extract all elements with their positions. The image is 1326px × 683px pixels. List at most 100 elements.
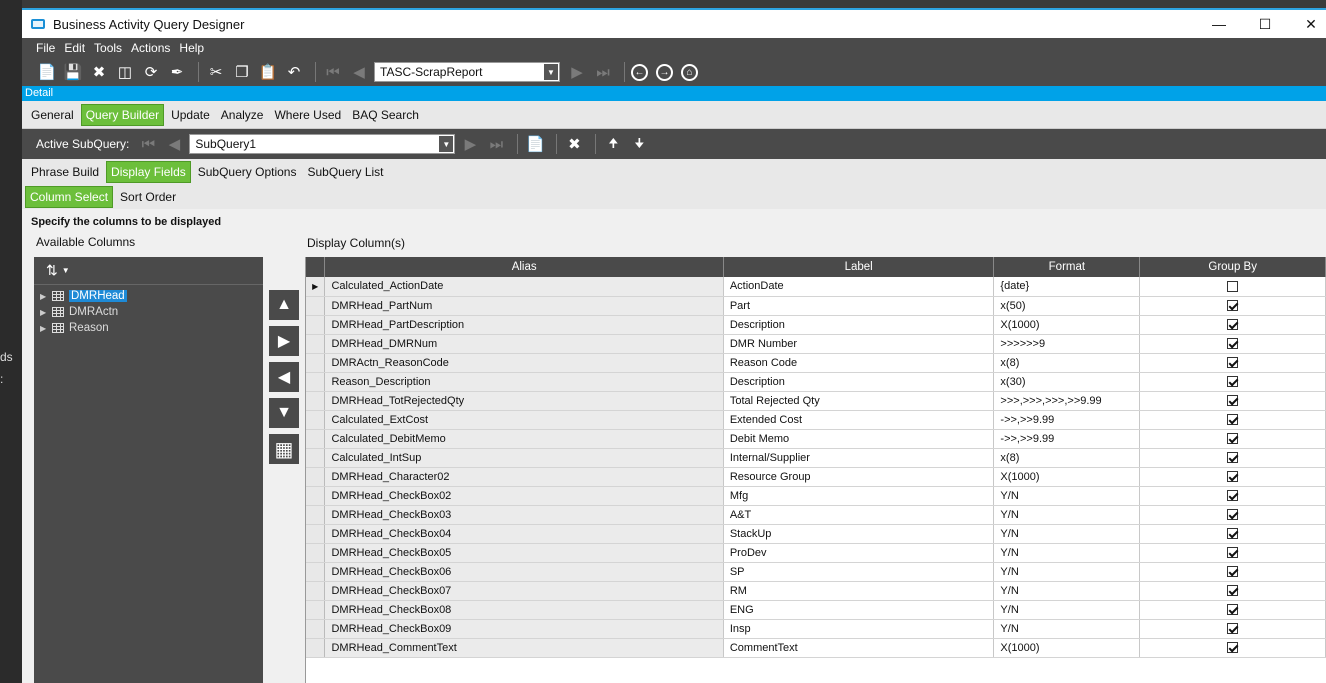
tab-where-used[interactable]: Where Used (270, 105, 345, 125)
format-cell[interactable]: Y/N (993, 543, 1141, 563)
label-cell[interactable]: Resource Group (723, 467, 995, 487)
chevron-down-icon[interactable]: ▼ (62, 266, 70, 275)
row-selector[interactable] (306, 543, 326, 563)
add-column-button[interactable]: ▶ (269, 326, 299, 356)
format-cell[interactable]: Y/N (993, 524, 1141, 544)
group-by-cell[interactable] (1139, 277, 1326, 297)
table-row[interactable]: DMRHead_DMRNum DMR Number >>>>>>9 (306, 334, 1326, 354)
table-row[interactable]: DMRHead_PartNum Part x(50) (306, 296, 1326, 316)
row-selector[interactable] (306, 334, 326, 354)
chevron-down-icon[interactable]: ▼ (439, 136, 454, 152)
alias-cell[interactable]: DMRHead_CheckBox03 (324, 505, 724, 525)
table-row[interactable]: Calculated_ExtCost Extended Cost ->>,>>9.9… (306, 410, 1326, 430)
tab-subquery-list[interactable]: SubQuery List (303, 162, 387, 182)
alias-cell[interactable]: DMRHead_CommentText (324, 638, 724, 658)
tab-general[interactable]: General (27, 105, 78, 125)
alias-cell[interactable]: Calculated_DebitMemo (324, 429, 724, 449)
format-cell[interactable]: ->>,>>9.99 (993, 410, 1141, 430)
alias-cell[interactable]: Reason_Description (324, 372, 724, 392)
label-cell[interactable]: Extended Cost (723, 410, 995, 430)
previous-subquery-icon[interactable]: ◀ (163, 133, 185, 155)
row-selector[interactable] (306, 467, 326, 487)
group-by-cell[interactable] (1139, 638, 1326, 658)
group-by-cell[interactable] (1139, 334, 1326, 354)
alias-cell[interactable]: DMRActn_ReasonCode (324, 353, 724, 373)
format-cell[interactable]: >>>,>>>,>>>,>>9.99 (993, 391, 1141, 411)
row-selector[interactable] (306, 562, 326, 582)
label-cell[interactable]: ENG (723, 600, 995, 620)
group-by-cell[interactable] (1139, 315, 1326, 335)
row-selector[interactable] (306, 410, 326, 430)
format-cell[interactable]: X(1000) (993, 467, 1141, 487)
label-cell[interactable]: Description (723, 315, 995, 335)
menu-edit[interactable]: Edit (64, 41, 85, 55)
group-by-checkbox[interactable] (1227, 319, 1239, 331)
move-up-icon[interactable]: 🠉 (602, 133, 624, 155)
table-row[interactable]: DMRHead_CheckBox06 SP Y/N (306, 562, 1326, 582)
menu-tools[interactable]: Tools (94, 41, 122, 55)
expand-icon[interactable]: ▶ (40, 308, 50, 317)
alias-cell[interactable]: DMRHead_PartDescription (324, 315, 724, 335)
tab-sort-order[interactable]: Sort Order (116, 187, 180, 207)
format-cell[interactable]: x(50) (993, 296, 1141, 316)
new-icon[interactable]: 📄 (36, 61, 58, 83)
alias-cell[interactable]: DMRHead_Character02 (324, 467, 724, 487)
alias-cell[interactable]: Calculated_IntSup (324, 448, 724, 468)
new-subquery-icon[interactable]: 📄 (524, 133, 546, 155)
group-by-checkbox[interactable] (1227, 623, 1239, 635)
group-by-cell[interactable] (1139, 543, 1326, 563)
tree-item-reason[interactable]: ▶ Reason (34, 320, 263, 336)
format-cell[interactable]: Y/N (993, 619, 1141, 639)
tab-subquery-options[interactable]: SubQuery Options (194, 162, 301, 182)
group-by-checkbox[interactable] (1227, 585, 1239, 597)
group-by-cell[interactable] (1139, 353, 1326, 373)
table-row[interactable]: DMRHead_CheckBox07 RM Y/N (306, 581, 1326, 601)
group-by-checkbox[interactable] (1227, 414, 1239, 426)
close-icon[interactable]: ✕ (1288, 10, 1326, 38)
group-by-checkbox[interactable] (1227, 528, 1239, 540)
alias-cell[interactable]: DMRHead_CheckBox02 (324, 486, 724, 506)
group-by-checkbox[interactable] (1227, 280, 1239, 292)
group-by-cell[interactable] (1139, 581, 1326, 601)
alias-cell[interactable]: DMRHead_TotRejectedQty (324, 391, 724, 411)
alias-cell[interactable]: DMRHead_PartNum (324, 296, 724, 316)
tab-phrase-build[interactable]: Phrase Build (27, 162, 103, 182)
table-row[interactable]: Calculated_DebitMemo Debit Memo ->>,>>9.99 (306, 429, 1326, 449)
group-by-cell[interactable] (1139, 524, 1326, 544)
table-row[interactable]: DMRHead_CheckBox09 Insp Y/N (306, 619, 1326, 639)
move-down-button[interactable]: ▼ (269, 398, 299, 428)
move-up-button[interactable]: ▲ (269, 290, 299, 320)
format-cell[interactable]: Y/N (993, 505, 1141, 525)
column-header-group-by[interactable]: Group By (1139, 257, 1326, 277)
alias-cell[interactable]: Calculated_ExtCost (324, 410, 724, 430)
row-selector[interactable] (306, 429, 326, 449)
last-record-icon[interactable]: ⏭ (592, 61, 614, 83)
table-row[interactable]: DMRHead_CheckBox05 ProDev Y/N (306, 543, 1326, 563)
save-icon[interactable]: 💾 (62, 61, 84, 83)
format-cell[interactable]: Y/N (993, 562, 1141, 582)
tab-update[interactable]: Update (167, 105, 214, 125)
group-by-checkbox[interactable] (1227, 300, 1239, 312)
menu-file[interactable]: File (36, 41, 55, 55)
label-cell[interactable]: CommentText (723, 638, 995, 658)
tab-column-select[interactable]: Column Select (25, 186, 114, 208)
calculator-icon[interactable]: ▦ (269, 434, 299, 464)
undo-icon[interactable]: ↶ (283, 61, 305, 83)
group-by-cell[interactable] (1139, 562, 1326, 582)
label-cell[interactable]: ActionDate (723, 277, 995, 297)
clear-icon[interactable]: ✒ (166, 61, 188, 83)
table-row[interactable]: DMRHead_Character02 Resource Group X(1000) (306, 467, 1326, 487)
tab-display-fields[interactable]: Display Fields (106, 161, 191, 183)
expand-icon[interactable]: ▶ (40, 292, 50, 301)
next-subquery-icon[interactable]: ▶ (459, 133, 481, 155)
row-selector[interactable] (306, 486, 326, 506)
group-by-checkbox[interactable] (1227, 509, 1239, 521)
format-cell[interactable]: x(8) (993, 448, 1141, 468)
last-subquery-icon[interactable]: ⏭ (485, 133, 507, 155)
label-cell[interactable]: SP (723, 562, 995, 582)
format-cell[interactable]: >>>>>>9 (993, 334, 1141, 354)
forward-icon[interactable]: → (656, 63, 673, 81)
remove-column-button[interactable]: ◀ (269, 362, 299, 392)
group-by-checkbox[interactable] (1227, 547, 1239, 559)
home-icon[interactable]: ⌂ (681, 63, 698, 81)
